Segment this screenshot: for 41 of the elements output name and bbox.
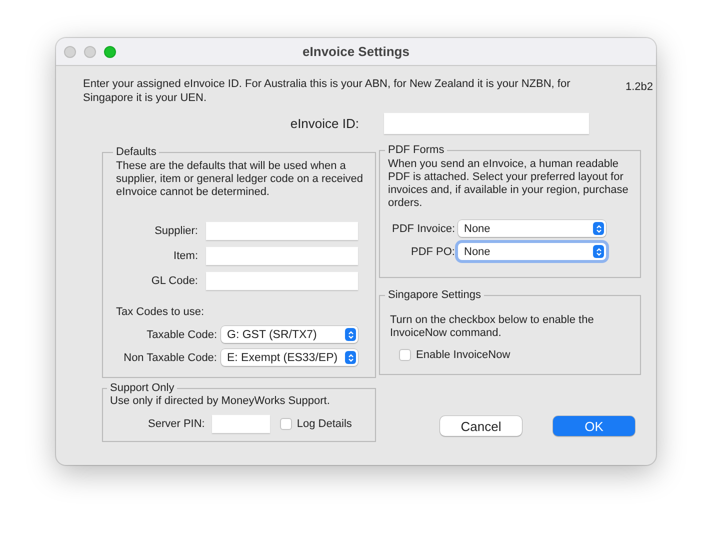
field-label: eInvoice ID: xyxy=(289,116,359,131)
description-text: These are the defaults that will be used when a supplier, item or general ledger code on a received eInvoice cannot be determined. xyxy=(116,160,364,199)
popup-menu[interactable]: None xyxy=(458,243,606,260)
field-label: Taxable Code: xyxy=(146,328,217,340)
input-field[interactable] xyxy=(206,272,358,290)
input-field[interactable] xyxy=(206,222,358,240)
invoicenow-checkbox[interactable]: Enable InvoiceNow xyxy=(399,349,632,361)
dialog-button[interactable]: Cancel xyxy=(440,416,522,436)
description-text: When you send an eInvoice, a human readable PDF is attached. Select your preferred layout for invoices and, if available in your region, purchase orders. xyxy=(388,158,630,210)
stepper-icon xyxy=(593,245,604,258)
field-label: Item: xyxy=(172,250,198,262)
group-title: Support Only xyxy=(109,382,176,394)
field-label: Server PIN: xyxy=(148,418,205,430)
dialog-button[interactable]: OK xyxy=(553,416,635,436)
stepper-icon xyxy=(345,351,356,364)
input-field[interactable] xyxy=(206,247,358,265)
pin-field[interactable] xyxy=(212,415,270,433)
field-label: PDF Invoice: xyxy=(391,222,455,234)
field-label: GL Code: xyxy=(150,275,198,287)
group-title: Singapore Settings xyxy=(387,289,482,301)
close-button[interactable] xyxy=(64,46,76,58)
einvoice-id-field[interactable] xyxy=(384,113,589,134)
field-label: PDF PO: xyxy=(410,246,455,258)
popup-menu[interactable]: None xyxy=(458,220,606,237)
version-label: 1.2b2 xyxy=(625,81,653,93)
log-checkbox[interactable]: Log Details xyxy=(280,418,352,430)
stepper-icon xyxy=(345,328,356,341)
field-label: Non Taxable Code: xyxy=(122,352,217,364)
popup-menu[interactable]: E: Exempt (ES33/EP) xyxy=(221,349,358,366)
description-text: Use only if directed by MoneyWorks Support. xyxy=(110,395,331,407)
minimize-button[interactable] xyxy=(84,46,96,58)
zoom-button[interactable] xyxy=(104,46,116,58)
section-heading: Tax Codes to use: xyxy=(116,306,206,318)
popup-menu[interactable]: G: GST (SR/TX7) xyxy=(221,326,358,343)
group-title: Defaults xyxy=(115,146,158,158)
stepper-icon xyxy=(593,222,604,235)
description-text: Turn on the checkbox below to enable the InvoiceNow command. xyxy=(390,314,595,340)
group-title: PDF Forms xyxy=(387,144,446,156)
intro-text: Enter your assigned eInvoice ID. For Australia this is your ABN, for New Zealand it is your NZBN, for Singapore it is your UEN. xyxy=(83,77,572,105)
window-title: eInvoice Settings xyxy=(302,44,410,59)
field-label: Supplier: xyxy=(154,225,198,237)
